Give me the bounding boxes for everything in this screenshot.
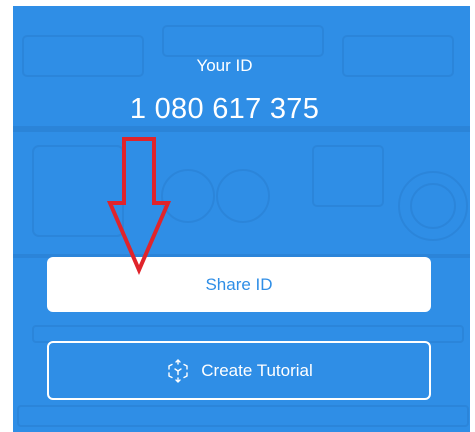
- your-id-value: 1 080 617 375: [129, 93, 320, 125]
- your-id-label: Your ID: [196, 56, 253, 75]
- screen-frame: Your ID 1 080 617 375 Share ID Create Tu…: [0, 0, 475, 432]
- create-tutorial-button[interactable]: Create Tutorial: [47, 341, 431, 400]
- create-tutorial-button-label: Create Tutorial: [201, 360, 313, 380]
- cube-3d-icon: [168, 358, 188, 383]
- share-id-button-label: Share ID: [205, 274, 273, 294]
- share-id-button[interactable]: Share ID: [47, 257, 431, 312]
